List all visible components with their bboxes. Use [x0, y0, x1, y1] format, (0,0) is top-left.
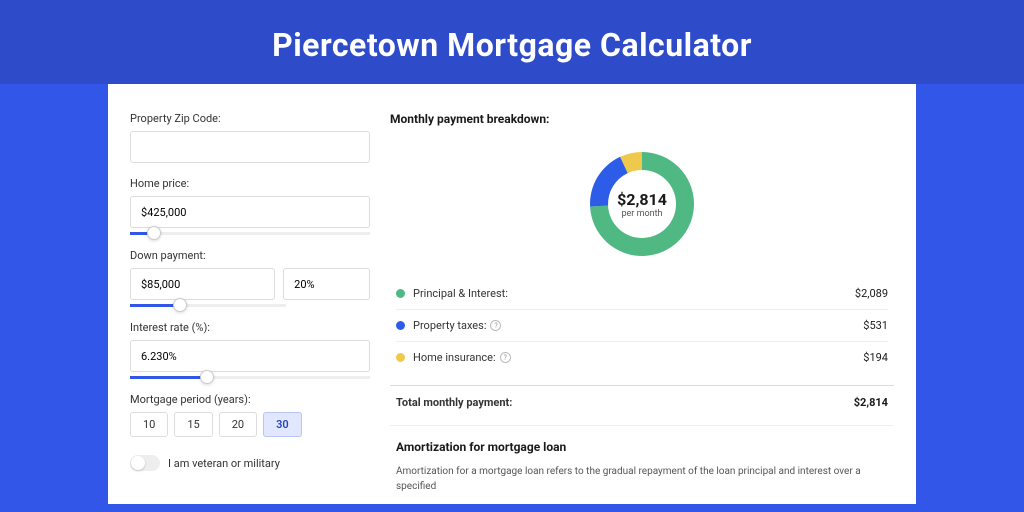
legend-row-2: Home insurance: ?$194 — [396, 341, 888, 373]
down-slider-thumb[interactable] — [173, 298, 187, 312]
price-input[interactable] — [130, 196, 370, 228]
legend-value: $531 — [863, 319, 888, 332]
zip-input[interactable] — [130, 131, 370, 163]
rate-slider-thumb[interactable] — [200, 370, 214, 384]
period-btn-30[interactable]: 30 — [263, 412, 302, 437]
amortization-text: Amortization for a mortgage loan refers … — [396, 464, 888, 494]
price-slider-thumb[interactable] — [147, 226, 161, 240]
veteran-toggle-row: I am veteran or military — [130, 455, 370, 471]
header: Piercetown Mortgage Calculator — [0, 0, 1024, 84]
donut-amount: $2,814 — [617, 190, 667, 209]
breakdown-panel: Monthly payment breakdown: $2,814 per mo… — [390, 112, 894, 504]
legend: Principal & Interest: $2,089Property tax… — [390, 278, 894, 385]
price-label: Home price: — [130, 177, 370, 190]
veteran-toggle-knob — [131, 456, 145, 470]
veteran-label: I am veteran or military — [168, 457, 280, 470]
calculator-card: Property Zip Code: Home price: Down paym… — [108, 84, 916, 504]
page-title: Piercetown Mortgage Calculator — [0, 26, 1024, 64]
form-panel: Property Zip Code: Home price: Down paym… — [130, 112, 370, 504]
rate-label: Interest rate (%): — [130, 321, 370, 334]
donut-center: $2,814 per month — [582, 144, 702, 264]
rate-slider[interactable] — [130, 376, 370, 379]
down-pct-input[interactable] — [283, 268, 370, 300]
total-row: Total monthly payment: $2,814 — [390, 385, 894, 419]
zip-field: Property Zip Code: — [130, 112, 370, 163]
donut-wrap: $2,814 per month — [390, 138, 894, 278]
legend-label: Property taxes: ? — [413, 319, 863, 332]
amortization-section: Amortization for mortgage loan Amortizat… — [390, 425, 894, 494]
veteran-toggle[interactable] — [130, 455, 160, 471]
price-field: Home price: — [130, 177, 370, 235]
price-slider[interactable] — [130, 232, 370, 235]
down-slider[interactable] — [130, 304, 286, 307]
legend-dot — [396, 289, 405, 298]
period-field: Mortgage period (years): 1015 2030 — [130, 393, 370, 437]
period-label: Mortgage period (years): — [130, 393, 370, 406]
period-btn-15[interactable]: 15 — [174, 412, 212, 437]
rate-field: Interest rate (%): — [130, 321, 370, 379]
amortization-title: Amortization for mortgage loan — [396, 440, 888, 454]
info-icon[interactable]: ? — [500, 352, 511, 363]
breakdown-title: Monthly payment breakdown: — [390, 112, 894, 126]
legend-value: $194 — [863, 351, 888, 364]
legend-value: $2,089 — [855, 287, 888, 300]
period-row: 1015 2030 — [130, 412, 370, 437]
legend-dot — [396, 353, 405, 362]
total-label: Total monthly payment: — [396, 396, 854, 409]
legend-dot — [396, 321, 405, 330]
rate-input[interactable] — [130, 340, 370, 372]
period-btn-20[interactable]: 20 — [219, 412, 257, 437]
zip-label: Property Zip Code: — [130, 112, 370, 125]
donut-sub: per month — [621, 209, 662, 219]
legend-row-0: Principal & Interest: $2,089 — [396, 278, 888, 309]
period-btn-10[interactable]: 10 — [130, 412, 168, 437]
down-label: Down payment: — [130, 249, 370, 262]
legend-label: Principal & Interest: — [413, 287, 855, 300]
rate-slider-fill — [130, 376, 207, 379]
legend-label: Home insurance: ? — [413, 351, 863, 364]
down-field: Down payment: — [130, 249, 370, 307]
total-value: $2,814 — [854, 396, 888, 409]
legend-row-1: Property taxes: ?$531 — [396, 309, 888, 341]
info-icon[interactable]: ? — [490, 320, 501, 331]
donut-chart: $2,814 per month — [582, 144, 702, 264]
down-amount-input[interactable] — [130, 268, 275, 300]
